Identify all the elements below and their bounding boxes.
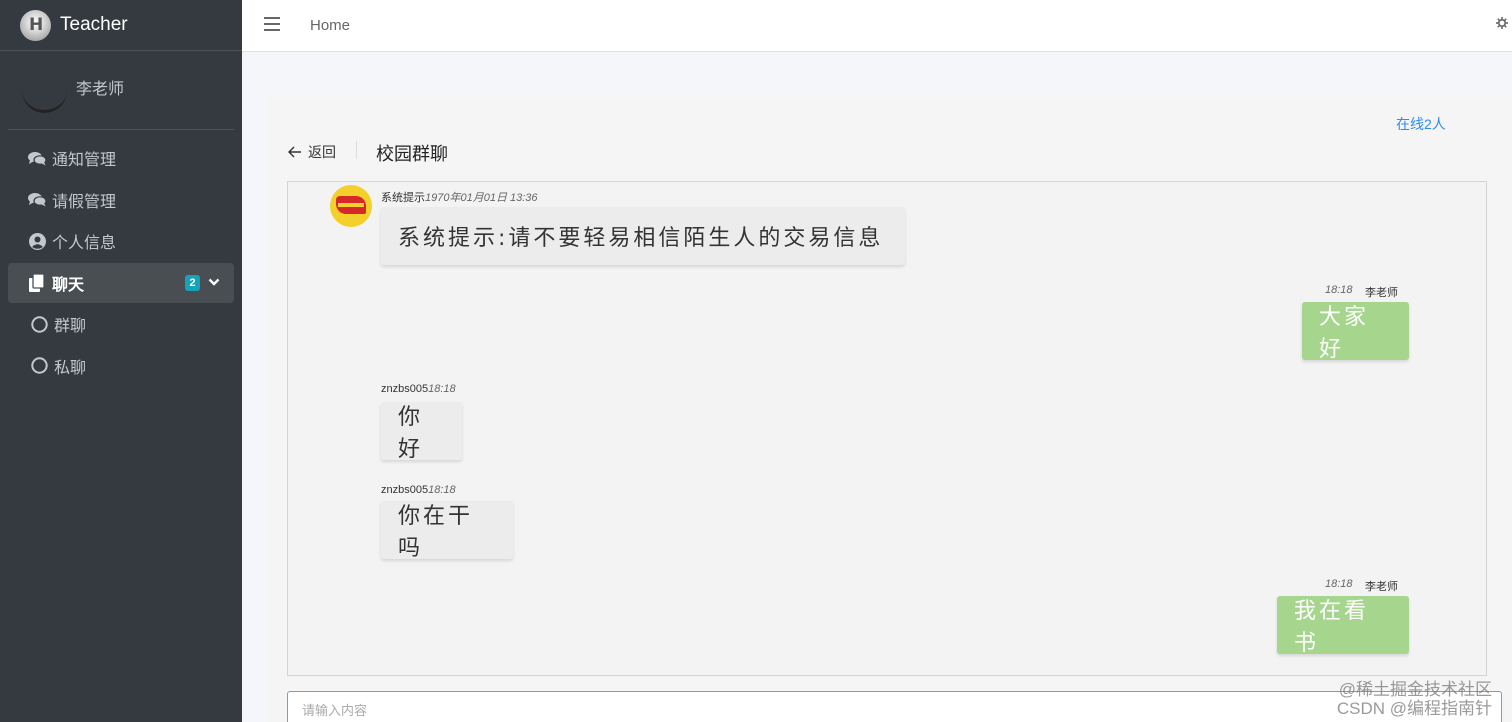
back-label: 返回 <box>308 144 336 160</box>
sidebar-item-profile[interactable]: 个人信息 <box>8 221 234 261</box>
message-sender: znzbs005 <box>381 383 429 395</box>
system-avatar <box>330 185 372 227</box>
brand-logo <box>20 9 51 41</box>
message-bubble: 你好 <box>381 402 462 462</box>
circle-icon <box>28 315 50 333</box>
message-sender: znzbs005 <box>381 484 429 496</box>
menu-toggle-icon[interactable] <box>264 17 280 31</box>
divider <box>356 141 357 159</box>
message-input[interactable]: 请输入内容 <box>287 691 1502 722</box>
sidebar-item-leave[interactable]: 请假管理 <box>8 180 234 220</box>
watermark: @稀土掘金技术社区 CSDN @编程指南针 <box>1337 680 1492 718</box>
online-count: 在线2人 <box>1396 116 1446 132</box>
message-time: 18:18 <box>1325 284 1353 296</box>
sidebar-item-group-chat[interactable]: 群聊 <box>8 304 234 344</box>
status-badge: 2 <box>185 274 200 291</box>
user-circle-icon <box>26 232 48 250</box>
sidebar-item-chat[interactable]: 聊天 2 <box>8 262 234 303</box>
sidebar-item-private-chat[interactable]: 私聊 <box>8 346 234 386</box>
message-meta: 18:18 <box>1325 578 1353 590</box>
comments-icon <box>26 192 48 207</box>
sidebar: Teacher 李老师 通知管理 请假管理 个人信息 聊 <box>0 0 242 722</box>
message-list[interactable]: 系统提示1970年01月01日 13:36 系统提示:请不要轻易相信陌生人的交易… <box>287 181 1487 676</box>
page-title: 校园群聊 <box>376 144 448 164</box>
user-name[interactable]: 李老师 <box>76 75 124 99</box>
message-sender: 李老师 <box>1365 287 1398 299</box>
sidebar-item-label: 私聊 <box>54 359 87 377</box>
copy-icon <box>26 273 48 292</box>
top-navbar: Home <box>242 0 1512 52</box>
message-time: 18:18 <box>428 383 456 395</box>
home-link[interactable]: Home <box>310 17 350 34</box>
arrow-left-icon <box>288 146 301 158</box>
gear-icon[interactable] <box>1496 16 1508 34</box>
message-meta: znzbs00518:18 <box>381 484 456 496</box>
brand-link[interactable]: Teacher <box>0 0 242 51</box>
watermark-line: @稀土掘金技术社区 <box>1338 680 1492 699</box>
message-meta: 系统提示1970年01月01日 13:36 <box>381 189 538 205</box>
message-bubble: 系统提示:请不要轻易相信陌生人的交易信息 <box>381 207 905 265</box>
sidebar-item-label: 群聊 <box>54 318 87 335</box>
chevron-down-icon[interactable] <box>208 275 220 293</box>
message-time: 18:18 <box>1325 578 1353 590</box>
message-sender: 系统提示 <box>381 192 425 204</box>
user-panel: 李老师 <box>8 51 234 130</box>
watermark-line: CSDN @编程指南针 <box>1336 699 1492 718</box>
message-meta: znzbs00518:18 <box>381 383 456 395</box>
message-bubble: 你在干吗 <box>381 501 513 561</box>
avatar <box>22 75 67 113</box>
circle-icon <box>28 357 50 374</box>
sidebar-item-label: 个人信息 <box>52 235 117 252</box>
message-bubble: 我在看书 <box>1277 596 1409 656</box>
message-time: 1970年01月01日 13:36 <box>425 192 538 204</box>
message-meta: 18:18 <box>1325 284 1353 296</box>
brand-title: Teacher <box>60 14 128 35</box>
comments-icon <box>26 151 48 166</box>
sidebar-item-label: 聊天 <box>52 276 85 294</box>
message-bubble: 大家好 <box>1302 302 1409 362</box>
message-time: 18:18 <box>428 484 456 496</box>
chat-card: 在线2人 返回 校园群聊 系统提示1970年01月01日 13:36 系统提示:… <box>268 98 1512 722</box>
back-button[interactable]: 返回 <box>288 142 336 162</box>
sidebar-nav: 通知管理 请假管理 个人信息 聊天 2 群聊 私聊 <box>8 138 234 386</box>
sidebar-item-label: 请假管理 <box>52 193 117 211</box>
sidebar-item-notices[interactable]: 通知管理 <box>8 138 234 178</box>
message-sender: 李老师 <box>1365 581 1398 593</box>
sidebar-item-label: 通知管理 <box>52 152 117 169</box>
